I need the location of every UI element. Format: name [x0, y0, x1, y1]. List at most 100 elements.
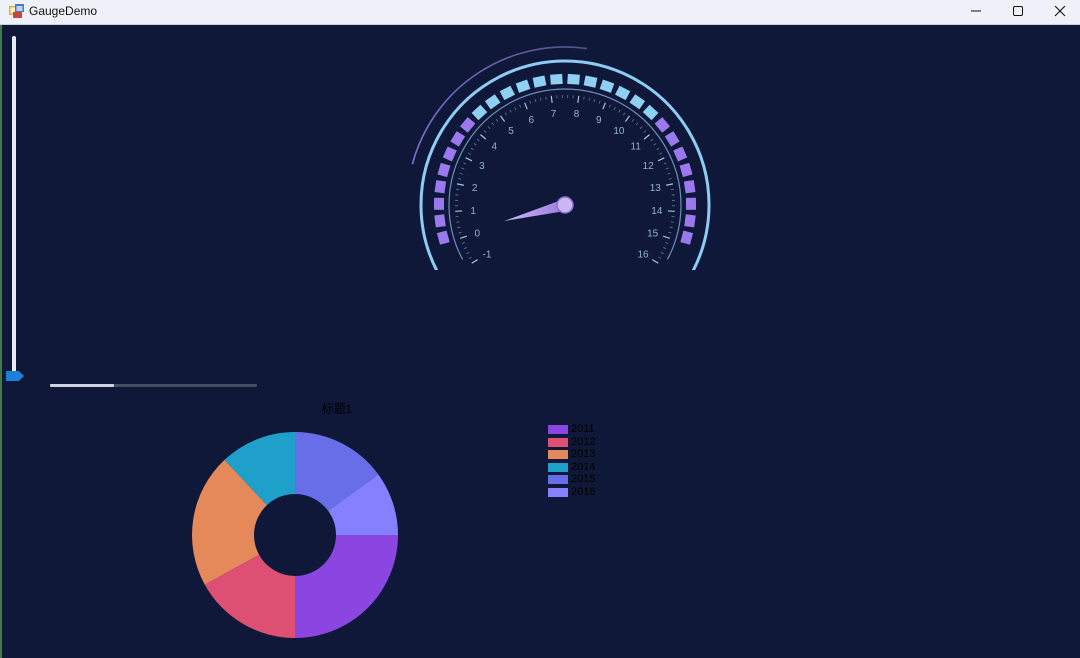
maximize-icon — [1013, 6, 1023, 16]
minimize-button[interactable] — [954, 0, 998, 24]
gauge-minor-tick — [457, 226, 461, 229]
gauge-major-tick — [662, 235, 671, 239]
gauge-major-tick — [624, 115, 630, 122]
gauge-minor-tick — [519, 104, 522, 108]
gauge-segment — [434, 180, 447, 194]
close-icon — [1054, 6, 1066, 17]
gauge-minor-tick — [598, 100, 601, 104]
legend-label: 2016 — [571, 485, 596, 498]
gauge-segment — [450, 131, 466, 147]
gauge-minor-tick — [470, 147, 474, 150]
gauge-minor-tick — [529, 100, 532, 104]
gauge-tick-label: 5 — [508, 126, 514, 137]
gauge-tick-label: 4 — [492, 142, 498, 153]
gauge-segment — [433, 197, 445, 210]
title-bar: GaugeDemo — [0, 0, 1080, 25]
donut-chart — [192, 432, 398, 638]
gauge-major-tick — [577, 95, 580, 103]
vertical-slider-thumb[interactable] — [6, 371, 24, 381]
legend-label: 2013 — [571, 448, 596, 461]
gauge-minor-tick — [668, 231, 672, 234]
gauge-minor-tick — [463, 247, 467, 250]
gauge-tick-label: 2 — [472, 183, 478, 194]
gauge-tick-label: 12 — [643, 161, 655, 172]
gauge-segment — [437, 162, 451, 178]
gauge-minor-tick — [608, 104, 611, 108]
gauge-minor-tick — [665, 242, 669, 244]
gauge-minor-tick — [504, 112, 508, 116]
window-title: GaugeDemo — [29, 4, 98, 18]
gauge-segment — [654, 117, 670, 133]
gauge-minor-tick — [622, 112, 626, 116]
donut-slice-2011 — [295, 535, 398, 638]
gauge-tick-label: 3 — [479, 161, 485, 172]
gauge-outer-arc — [411, 46, 588, 165]
gauge-minor-tick — [663, 162, 667, 165]
legend-swatch — [548, 475, 568, 485]
legend-label: 2015 — [571, 473, 596, 486]
gauge-segment — [484, 94, 501, 110]
gauge-minor-tick — [668, 178, 672, 180]
gauge-minor-tick — [540, 97, 542, 101]
legend-swatch — [548, 462, 568, 472]
gauge-segment — [471, 104, 488, 121]
gauge-minor-tick — [593, 99, 596, 103]
gauge-segment — [680, 230, 694, 245]
gauge-minor-tick — [639, 126, 643, 129]
gauge-minor-tick — [667, 172, 671, 175]
gauge-segment — [642, 104, 659, 121]
gauge-minor-tick — [473, 143, 477, 146]
gauge-minor-tick — [635, 122, 639, 126]
maximize-button[interactable] — [996, 0, 1040, 24]
gauge-minor-tick — [463, 162, 467, 165]
gauge-tick-label: 0 — [475, 228, 481, 239]
horizontal-slider-fill — [50, 384, 115, 387]
gauge-major-tick — [550, 95, 553, 103]
chart-title: 标题1 — [321, 402, 353, 416]
gauge-tick-label: -1 — [483, 249, 492, 260]
legend-swatch — [548, 425, 568, 434]
gauge-main-arc — [419, 59, 711, 270]
gauge-segment — [664, 131, 680, 147]
gauge-minor-tick — [509, 109, 512, 113]
gauge-segment — [567, 73, 580, 85]
gauge-segment — [442, 146, 457, 162]
gauge-minor-tick — [659, 152, 663, 155]
gauge-minor-tick — [663, 247, 667, 250]
gauge-minor-tick — [653, 143, 657, 146]
gauge-segment — [583, 75, 598, 88]
gauge-minor-tick — [613, 107, 616, 111]
gauge-segment — [679, 162, 693, 178]
gauge-major-tick — [652, 259, 659, 264]
gauge-minor-tick — [461, 167, 465, 170]
gauge-segment — [532, 75, 547, 88]
close-button[interactable] — [1038, 0, 1080, 24]
gauge-needle-hub — [556, 196, 574, 214]
legend-label: 2014 — [571, 460, 596, 473]
gauge-major-tick — [480, 134, 487, 140]
gauge-segment — [684, 214, 696, 228]
gauge-segment — [436, 230, 450, 245]
gauge-tick-label: 1 — [470, 206, 476, 217]
horizontal-slider[interactable] — [50, 384, 257, 387]
gauge-major-tick — [500, 115, 506, 122]
gauge-tick-label: 10 — [613, 126, 625, 137]
vertical-slider-track[interactable] — [12, 36, 16, 372]
legend-label: 2011 — [571, 423, 595, 435]
gauge-segment — [629, 94, 646, 110]
gauge-segment — [599, 79, 615, 93]
gauge-minor-tick — [476, 138, 480, 142]
gauge-segment — [685, 197, 697, 210]
legend-swatch — [548, 450, 568, 460]
gauge-minor-tick — [618, 109, 621, 113]
gauge-tick-label: 15 — [647, 228, 659, 239]
gauge-segment — [460, 117, 476, 133]
gauge-segment — [550, 73, 563, 85]
gauge-tick-label: 13 — [650, 183, 662, 194]
gauge-minor-tick — [461, 242, 465, 244]
gauge-major-tick — [665, 183, 674, 186]
gauge-major-tick — [643, 134, 650, 140]
gauge-minor-tick — [467, 152, 471, 155]
minimize-icon — [971, 10, 981, 12]
gauge-segment — [499, 85, 515, 101]
